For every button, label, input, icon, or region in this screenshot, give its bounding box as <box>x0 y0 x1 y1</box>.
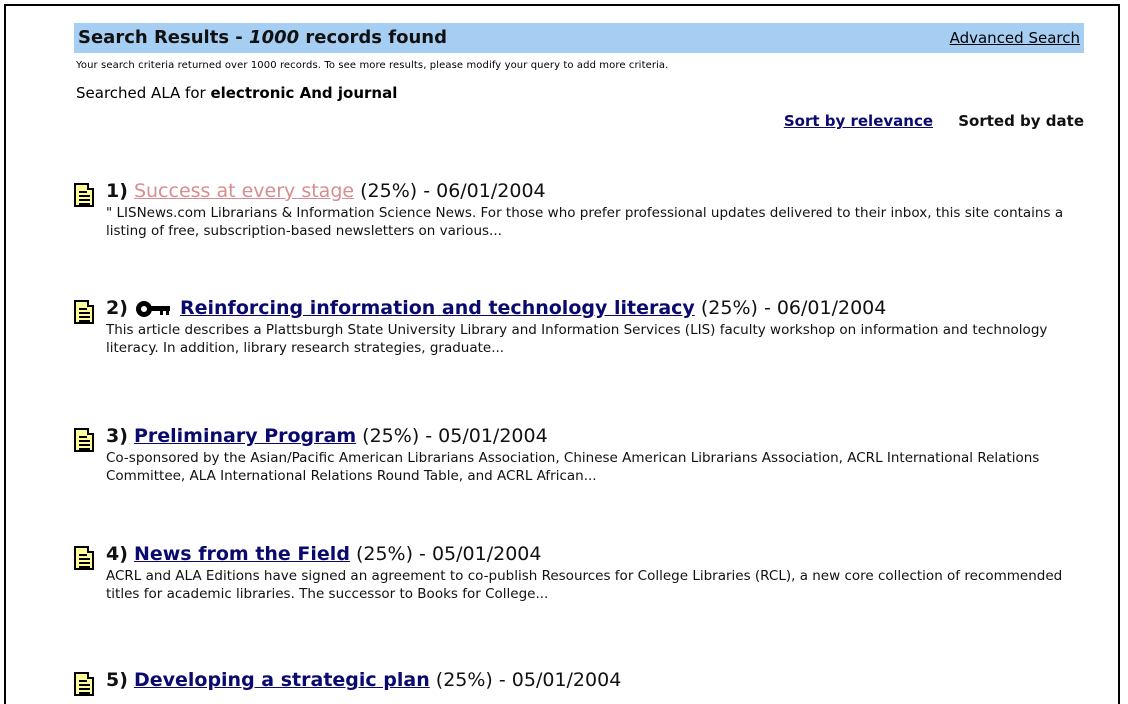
result-heading: 4) News from the Field (25%) - 05/01/200… <box>106 543 541 565</box>
document-icon[interactable] <box>74 546 94 570</box>
result-description: This article describes a Plattsburgh Sta… <box>106 322 1048 356</box>
result-heading: 1) Success at every stage (25%) - 06/01/… <box>106 180 546 202</box>
sort-controls: Sort by relevance Sorted by date <box>784 112 1084 130</box>
result-description: ACRL and ALA Editions have signed an agr… <box>106 568 1063 602</box>
searched-prefix: Searched ALA for <box>76 84 211 102</box>
result-title-link[interactable]: Developing a strategic plan <box>134 669 430 691</box>
title-prefix: Search Results - <box>78 27 250 48</box>
result-description: Co-sponsored by the Asian/Pacific Americ… <box>106 450 1040 484</box>
record-count: 1000 <box>249 27 300 48</box>
result-meta: (25%) - 05/01/2004 <box>429 669 622 691</box>
result-title-link[interactable]: News from the Field <box>134 543 350 565</box>
result-heading: 3) Preliminary Program (25%) - 05/01/200… <box>106 425 548 447</box>
key-icon <box>135 300 170 317</box>
searched-query: electronic And journal <box>210 84 398 102</box>
result-title-link[interactable]: Preliminary Program <box>134 425 356 447</box>
document-icon[interactable] <box>74 300 94 324</box>
result-meta: (25%) - 05/01/2004 <box>349 543 542 565</box>
result-title-link[interactable]: Success at every stage <box>134 180 354 202</box>
results-title: Search Results - 1000 records found <box>78 27 447 48</box>
result-meta: (25%) - 06/01/2004 <box>694 297 887 319</box>
results-header: Search Results - 1000 records found Adva… <box>74 23 1084 53</box>
result-number: 2) <box>106 297 128 319</box>
result-number: 1) <box>106 180 128 202</box>
result-description: " LISNews.com Librarians & Information S… <box>106 205 1064 239</box>
result-meta: (25%) - 06/01/2004 <box>354 180 546 202</box>
advanced-search-link[interactable]: Advanced Search <box>950 29 1080 47</box>
result-number: 5) <box>106 669 128 691</box>
document-icon[interactable] <box>74 428 94 452</box>
result-number: 3) <box>106 425 128 447</box>
searched-summary: Searched ALA for electronic And journal <box>76 84 397 102</box>
sorted-by-date-label: Sorted by date <box>958 112 1084 130</box>
criteria-notice: Your search criteria returned over 1000 … <box>76 60 669 71</box>
document-icon[interactable] <box>74 672 94 696</box>
result-number: 4) <box>106 543 128 565</box>
result-heading: 2) Reinforcing information and technolog… <box>106 297 886 319</box>
sort-by-relevance-link[interactable]: Sort by relevance <box>784 112 933 130</box>
result-title-link[interactable]: Reinforcing information and technology l… <box>180 297 695 319</box>
title-suffix: records found <box>299 27 447 48</box>
result-meta: (25%) - 05/01/2004 <box>356 425 548 447</box>
document-icon[interactable] <box>74 183 94 207</box>
result-heading: 5) Developing a strategic plan (25%) - 0… <box>106 669 621 691</box>
